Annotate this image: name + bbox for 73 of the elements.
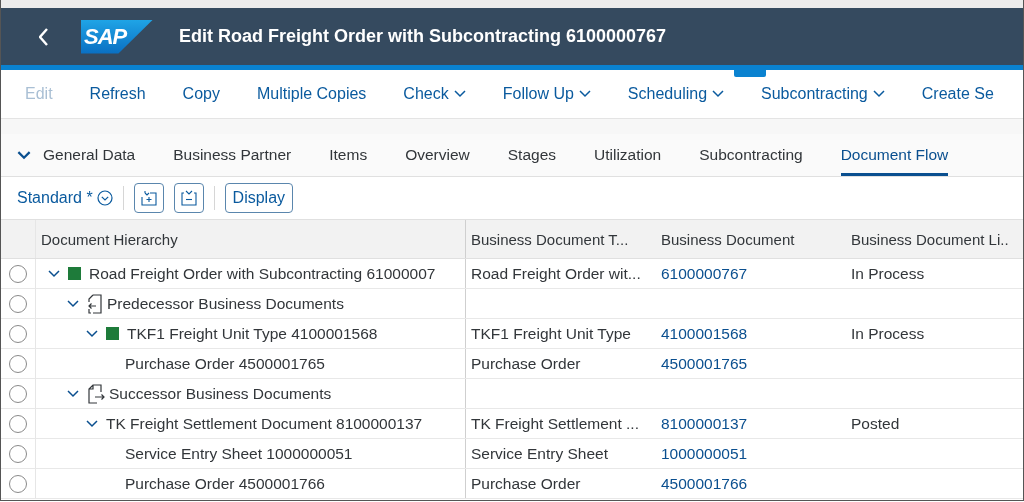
variant-selector[interactable]: Standard * — [17, 189, 113, 207]
collapse-icon[interactable] — [86, 329, 98, 338]
collapse-icon[interactable] — [48, 269, 60, 278]
document-name: Service Entry Sheet 1000000051 — [125, 444, 353, 463]
row-selector[interactable] — [9, 324, 27, 343]
group-label: Successor Business Documents — [109, 384, 332, 403]
collapse-icon[interactable] — [67, 299, 79, 308]
document-name: Purchase Order 4500001765 — [125, 354, 325, 373]
document-link[interactable]: 1000000051 — [661, 444, 748, 463]
menu-button[interactable]: Check — [391, 85, 478, 103]
display-button[interactable]: Display — [224, 183, 294, 213]
table-cell: Service Entry Sheet — [471, 444, 608, 463]
document-link[interactable]: 8100000137 — [661, 414, 748, 433]
row-selector[interactable] — [9, 354, 27, 373]
collapse-icon[interactable] — [67, 389, 79, 398]
back-icon[interactable] — [39, 27, 49, 46]
group-label: Predecessor Business Documents — [107, 294, 344, 313]
tab[interactable]: Items — [329, 134, 368, 176]
document-name: TKF1 Freight Unit Type 4100001568 — [127, 324, 378, 343]
caret-icon — [872, 90, 885, 98]
expand-all-button[interactable] — [133, 183, 164, 213]
column-header: Document Hierarchy — [36, 220, 466, 258]
document-link[interactable]: 6100000767 — [661, 264, 748, 283]
caret-icon — [453, 90, 466, 98]
row-selector[interactable] — [9, 264, 27, 283]
document-name: Purchase Order 4500001766 — [125, 474, 325, 493]
menu-button[interactable]: Scheduling — [615, 85, 737, 103]
row-selector[interactable] — [9, 414, 27, 433]
window-title: Edit Road Freight Order with Subcontracting 6100000767 — [179, 26, 667, 47]
collapse-all-button[interactable] — [173, 183, 204, 213]
table-cell: TK Freight Settlement ... — [471, 414, 639, 433]
table-cell: In Process — [851, 324, 925, 343]
row-selector[interactable] — [9, 474, 27, 493]
caret-icon — [712, 90, 725, 98]
table-cell: TKF1 Freight Unit Type — [471, 324, 631, 343]
toolbar-button[interactable]: Refresh — [77, 85, 158, 103]
toolbar-button[interactable]: Multiple Copies — [244, 85, 379, 103]
toolbar-button[interactable]: Create Se — [909, 85, 1006, 103]
dropdown-icon — [96, 190, 113, 206]
tab[interactable]: Overview — [405, 134, 470, 176]
document-forward-arrow-icon — [87, 383, 105, 404]
column-header: Business Document — [660, 229, 796, 250]
document-back-arrow-icon — [87, 293, 103, 314]
column-header: Business Document T... — [470, 229, 630, 250]
toolbar-button[interactable]: Copy — [170, 85, 232, 103]
menu-button[interactable]: Follow Up — [490, 85, 603, 103]
document-link[interactable]: 4100001568 — [661, 324, 748, 343]
document-name: Road Freight Order with Subcontracting 61000007 — [89, 264, 436, 283]
tab[interactable]: Subcontracting — [699, 134, 803, 176]
table-cell: Purchase Order — [471, 354, 581, 373]
collapse-icon[interactable] — [17, 150, 31, 160]
table-cell: Purchase Order — [471, 474, 581, 493]
document-link[interactable]: 4500001766 — [661, 474, 748, 493]
menu-button[interactable]: Subcontracting — [749, 85, 897, 103]
tab[interactable]: Document Flow — [840, 134, 949, 176]
document-link[interactable]: 4500001765 — [661, 354, 748, 373]
document-name: TK Freight Settlement Document 8100000137 — [106, 414, 423, 433]
table-cell: Posted — [851, 414, 900, 433]
caret-icon — [578, 90, 591, 98]
tab[interactable]: Utilization — [594, 134, 662, 176]
row-selector[interactable] — [9, 294, 27, 313]
logo: SAP — [81, 19, 153, 54]
row-selector[interactable] — [9, 444, 27, 463]
table-cell: Road Freight Order wit... — [471, 264, 641, 283]
table-cell: In Process — [851, 264, 925, 283]
collapse-icon — [179, 189, 198, 207]
collapse-icon[interactable] — [86, 419, 98, 428]
tab[interactable]: Stages — [507, 134, 556, 176]
expand-icon — [139, 189, 158, 207]
column-header: Business Document Li.. — [850, 229, 1010, 250]
tab[interactable]: General Data — [43, 134, 136, 176]
row-selector[interactable] — [9, 384, 27, 403]
tab[interactable]: Business Partner — [173, 134, 292, 176]
